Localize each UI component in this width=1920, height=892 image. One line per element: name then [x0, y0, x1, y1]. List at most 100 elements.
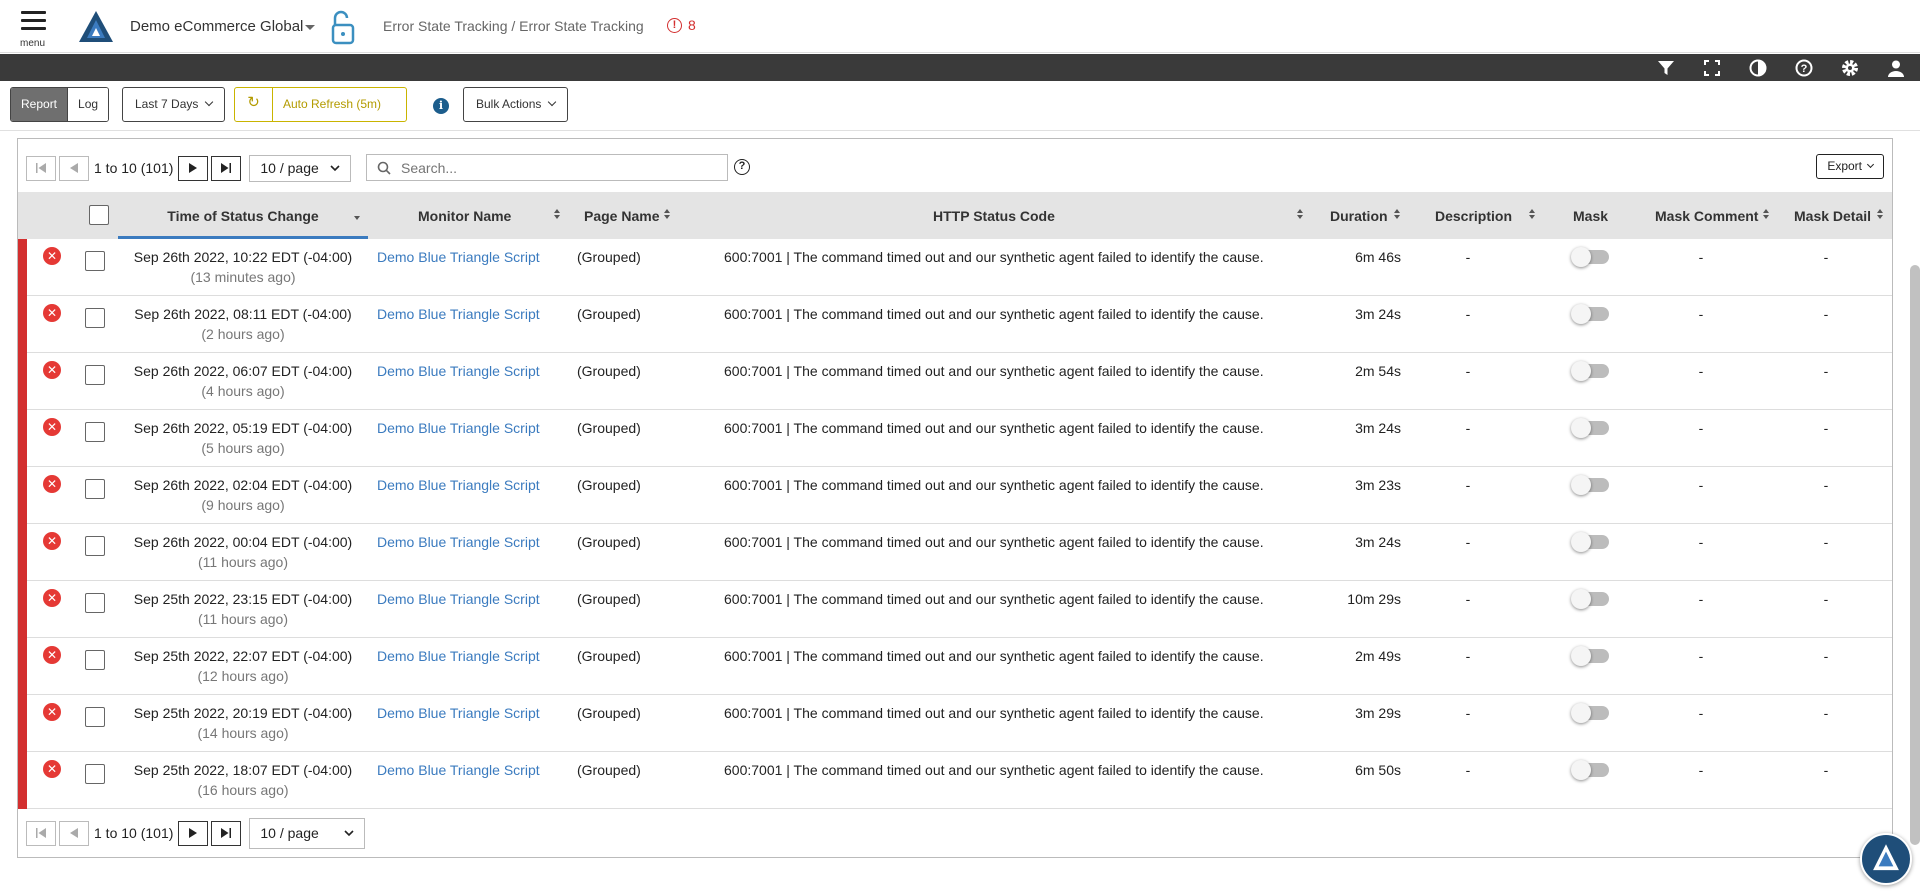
row-checkbox[interactable] [85, 536, 105, 556]
column-header-page[interactable]: Page Name [584, 192, 659, 239]
table-row[interactable]: ✕ Sep 25th 2022, 18:07 EDT (-04:00) (16 h… [18, 752, 1892, 809]
column-header-monitor[interactable]: Monitor Name [418, 192, 511, 239]
mask-toggle[interactable] [1571, 418, 1609, 438]
next-page-button[interactable] [178, 155, 209, 181]
help-icon[interactable]: ? [1794, 58, 1814, 78]
monitor-link[interactable]: Demo Blue Triangle Script [377, 760, 540, 780]
page-scrollbar[interactable] [1910, 265, 1920, 845]
column-header-duration[interactable]: Duration [1330, 192, 1388, 239]
mask-toggle[interactable] [1571, 247, 1609, 267]
sort-icon[interactable] [1297, 209, 1305, 221]
sort-icon[interactable] [1529, 209, 1537, 221]
settings-icon[interactable] [1840, 58, 1860, 78]
last-page-button[interactable] [211, 820, 242, 846]
bulk-actions-dropdown[interactable]: Bulk Actions [463, 87, 569, 122]
row-checkbox[interactable] [85, 365, 105, 385]
mask-toggle[interactable] [1571, 760, 1609, 780]
date-range-dropdown[interactable]: Last 7 Days [122, 87, 226, 122]
table-row[interactable]: ✕ Sep 26th 2022, 02:04 EDT (-04:00) (9 ho… [18, 467, 1892, 524]
monitor-link[interactable]: Demo Blue Triangle Script [377, 361, 540, 381]
select-all-checkbox[interactable] [89, 205, 109, 225]
breadcrumb[interactable]: Error State Tracking / Error State Track… [383, 18, 644, 34]
export-button[interactable]: Export [1816, 154, 1884, 179]
alert-indicator[interactable]: ! 8 [667, 17, 696, 33]
sort-icon[interactable] [1394, 209, 1402, 221]
chevron-down-icon [1866, 160, 1875, 169]
menu-button[interactable]: menu [18, 11, 50, 49]
table-row[interactable]: ✕ Sep 26th 2022, 08:11 EDT (-04:00) (2 ho… [18, 296, 1892, 353]
monitor-link[interactable]: Demo Blue Triangle Script [377, 247, 540, 267]
auto-refresh-dropdown[interactable]: ↻ Auto Refresh (5m) [234, 87, 407, 122]
search-input[interactable] [401, 159, 701, 176]
user-icon[interactable] [1886, 58, 1906, 78]
monitor-link[interactable]: Demo Blue Triangle Script [377, 418, 540, 438]
monitor-link[interactable]: Demo Blue Triangle Script [377, 475, 540, 495]
row-checkbox[interactable] [85, 251, 105, 271]
table-row[interactable]: ✕ Sep 25th 2022, 22:07 EDT (-04:00) (12 h… [18, 638, 1892, 695]
fullscreen-icon[interactable] [1702, 58, 1722, 78]
mask-toggle[interactable] [1571, 532, 1609, 552]
column-header-time[interactable]: Time of Status Change [118, 192, 368, 239]
mask-toggle[interactable] [1571, 646, 1609, 666]
row-checkbox[interactable] [85, 707, 105, 727]
mask-toggle[interactable] [1571, 361, 1609, 381]
org-name[interactable]: Demo eCommerce Global [130, 18, 303, 35]
row-checkbox[interactable] [85, 593, 105, 613]
row-checkbox[interactable] [85, 764, 105, 784]
sort-icon[interactable] [554, 209, 562, 221]
sort-desc-icon[interactable] [354, 210, 362, 222]
monitor-link[interactable]: Demo Blue Triangle Script [377, 532, 540, 552]
first-page-button[interactable] [26, 155, 56, 181]
column-header-mask[interactable]: Mask [1573, 192, 1608, 239]
table-row[interactable]: ✕ Sep 26th 2022, 05:19 EDT (-04:00) (5 ho… [18, 410, 1892, 467]
http-status-code: 600:7001 | The command timed out and our… [724, 534, 1264, 550]
column-header-mask-comment[interactable]: Mask Comment [1655, 192, 1758, 239]
filter-icon[interactable] [1656, 58, 1676, 78]
row-checkbox[interactable] [85, 479, 105, 499]
mask-toggle[interactable] [1571, 703, 1609, 723]
mask-comment: - [1698, 705, 1704, 721]
prev-page-button[interactable] [59, 155, 89, 181]
tab-log[interactable]: Log [67, 88, 109, 121]
row-checkbox[interactable] [85, 422, 105, 442]
row-checkbox[interactable] [85, 308, 105, 328]
sort-icon[interactable] [1763, 209, 1771, 221]
unlock-icon[interactable] [330, 9, 356, 45]
mask-toggle[interactable] [1571, 475, 1609, 495]
tab-report[interactable]: Report [11, 88, 68, 121]
table-row[interactable]: ✕ Sep 26th 2022, 06:07 EDT (-04:00) (4 ho… [18, 353, 1892, 410]
mask-toggle[interactable] [1571, 304, 1609, 324]
sort-icon[interactable] [664, 209, 672, 221]
dark-toolbar: ? [0, 54, 1920, 81]
sort-icon[interactable] [1877, 209, 1885, 221]
brand-logo-icon[interactable] [78, 10, 114, 43]
contrast-icon[interactable] [1748, 58, 1768, 78]
monitor-link[interactable]: Demo Blue Triangle Script [377, 589, 540, 609]
mask-comment: - [1698, 306, 1704, 322]
error-icon: ✕ [43, 418, 61, 436]
duration: 3m 24s [1355, 306, 1401, 322]
column-header-description[interactable]: Description [1435, 192, 1512, 239]
last-page-button[interactable] [211, 155, 242, 181]
mask-toggle[interactable] [1571, 589, 1609, 609]
monitor-link[interactable]: Demo Blue Triangle Script [377, 703, 540, 723]
prev-page-button[interactable] [59, 820, 89, 846]
table-row[interactable]: ✕ Sep 25th 2022, 23:15 EDT (-04:00) (11 h… [18, 581, 1892, 638]
column-header-code[interactable]: HTTP Status Code [933, 192, 1055, 239]
table-row[interactable]: ✕ Sep 26th 2022, 10:22 EDT (-04:00) (13 m… [18, 239, 1892, 296]
column-header-mask-detail[interactable]: Mask Detail [1794, 192, 1871, 239]
org-dropdown-caret-icon[interactable] [305, 25, 315, 30]
table-row[interactable]: ✕ Sep 26th 2022, 00:04 EDT (-04:00) (11 h… [18, 524, 1892, 581]
page-size-select[interactable]: 10 / page [249, 817, 366, 849]
monitor-link[interactable]: Demo Blue Triangle Script [377, 646, 540, 666]
info-icon[interactable]: i [433, 98, 449, 114]
row-checkbox[interactable] [85, 650, 105, 670]
brand-chat-icon[interactable] [1860, 833, 1912, 885]
next-page-button[interactable] [178, 820, 209, 846]
table-row[interactable]: ✕ Sep 25th 2022, 20:19 EDT (-04:00) (14 h… [18, 695, 1892, 752]
search-help-icon[interactable]: ? [734, 159, 750, 175]
monitor-link[interactable]: Demo Blue Triangle Script [377, 304, 540, 324]
first-page-button[interactable] [26, 820, 56, 846]
refresh-icon[interactable]: ↻ [235, 88, 273, 121]
page-size-select[interactable]: 10 / page [249, 154, 352, 182]
